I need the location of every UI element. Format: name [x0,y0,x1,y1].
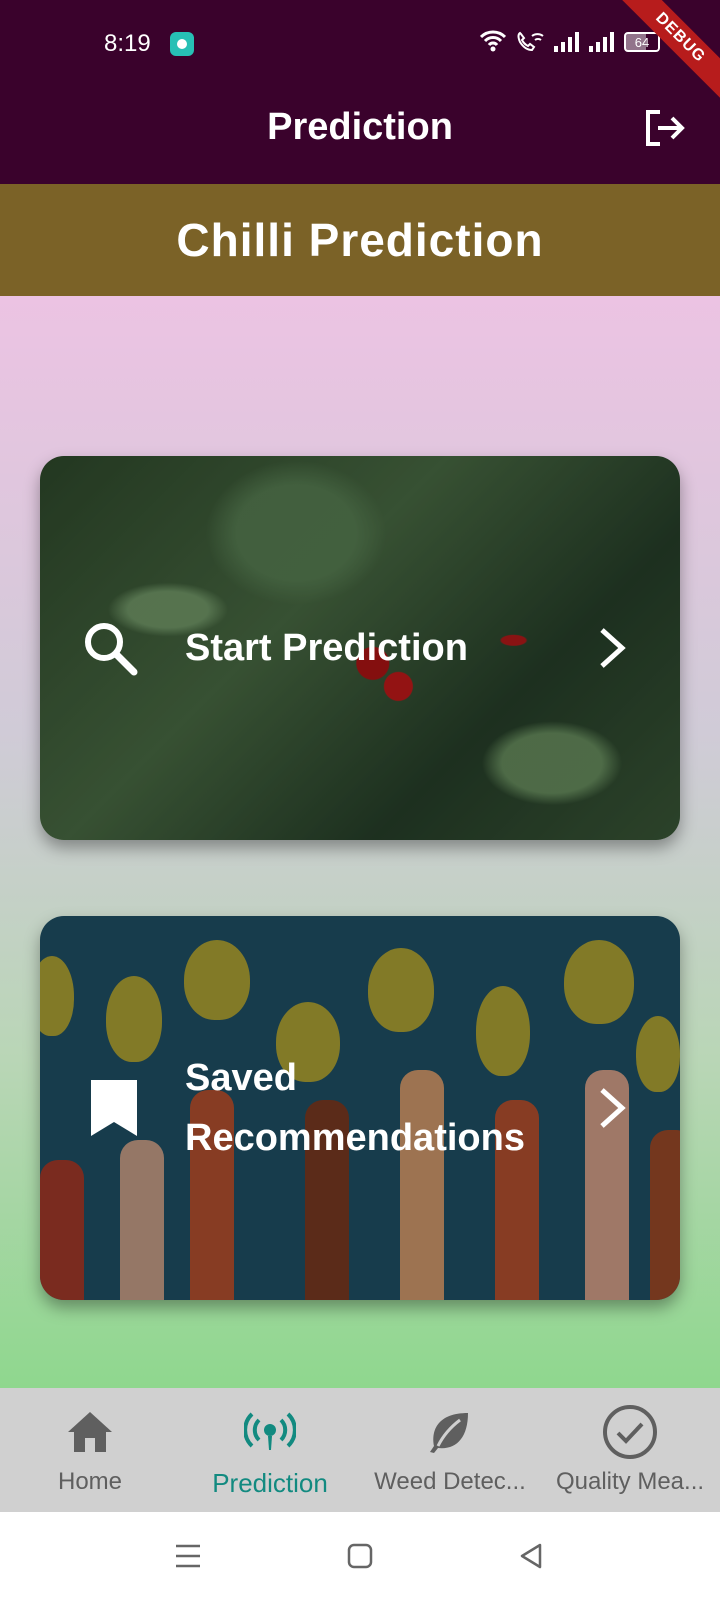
home-button-icon[interactable] [344,1540,376,1572]
section-title: Chilli Prediction [176,214,544,266]
back-icon[interactable] [516,1540,548,1572]
home-icon [62,1404,118,1460]
leaf-icon [422,1404,478,1460]
bottom-navigation: Home Prediction Weed Detec... Quality Me… [0,1388,720,1512]
start-prediction-label: Start Prediction [185,627,468,669]
notification-app-icon [170,32,194,56]
chevron-right-icon [600,1088,626,1128]
menu-icon[interactable] [172,1540,204,1572]
signal-icon [554,30,579,52]
search-icon [85,623,138,676]
nav-item-home[interactable]: Home [0,1388,180,1512]
wifi-icon [480,30,506,52]
nav-item-quality-measure[interactable]: Quality Mea... [540,1388,720,1512]
check-circle-icon [602,1404,658,1460]
nav-label-quality-measure: Quality Mea... [555,1468,705,1495]
chevron-right-icon [600,628,626,668]
system-navigation-bar [0,1512,720,1600]
signal-icon-2 [589,30,614,52]
status-time: 8:19 [104,30,151,57]
nav-item-prediction[interactable]: Prediction [180,1388,360,1512]
battery-icon: 64 [624,32,660,52]
sensors-icon [242,1404,298,1460]
battery-level: 64 [634,34,650,50]
app-bar: 8:19 64 DEBUG Prediction [0,0,720,184]
saved-recommendations-line2: Recommendations [185,1117,525,1159]
section-header: Chilli Prediction [0,184,720,296]
logout-icon[interactable] [642,108,686,148]
nav-label-weed-detection: Weed Detec... [374,1468,526,1495]
debug-banner: DEBUG [606,0,720,112]
page-title: Prediction [267,106,453,148]
bookmark-icon [91,1080,137,1136]
status-icons: 64 [480,30,660,52]
nav-label-home: Home [57,1468,123,1495]
saved-recommendations-label: Saved Recommendations [185,1048,525,1168]
nav-item-weed-detection[interactable]: Weed Detec... [360,1388,540,1512]
saved-recommendations-line1: Saved [185,1057,297,1099]
nav-label-prediction: Prediction [212,1468,328,1498]
saved-recommendations-card[interactable]: Saved Recommendations [40,916,680,1300]
start-prediction-card[interactable]: Start Prediction [40,456,680,840]
wifi-call-icon [517,31,544,52]
